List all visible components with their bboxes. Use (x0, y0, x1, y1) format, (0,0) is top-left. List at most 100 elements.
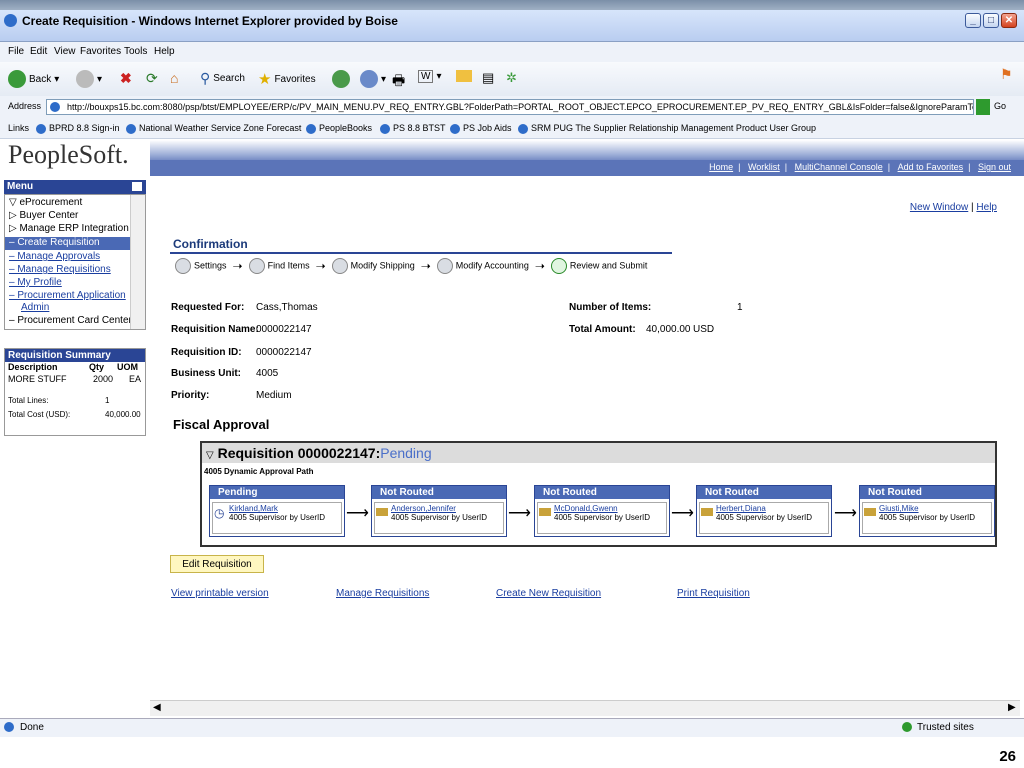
collapse-triangle-icon[interactable]: ▽ (206, 450, 214, 461)
menu-erp-integration[interactable]: ▷ Manage ERP Integration (9, 223, 129, 234)
close-button[interactable]: ✕ (1001, 13, 1017, 28)
nav-sign-out[interactable]: Sign out (973, 162, 1016, 172)
nav-multichannel[interactable]: MultiChannel Console (790, 162, 888, 172)
menu-favorites[interactable]: Favorites (80, 46, 121, 57)
go-arrow-icon[interactable] (976, 99, 990, 115)
menu-tools[interactable]: Tools (124, 46, 147, 57)
top-band (0, 0, 1024, 10)
link-bprd[interactable]: BPRD 8.8 Sign-in (36, 123, 120, 134)
requested-for-label: Requested For: (171, 302, 245, 313)
stop-icon: ✖ (120, 70, 132, 86)
priority-label: Priority: (171, 390, 210, 401)
approval-stage-1: Pending ◷ Kirkland,Mark 4005 Supervisor … (209, 485, 345, 537)
stage-status: Not Routed (535, 486, 669, 499)
approver-name[interactable]: Anderson,Jennifer (391, 504, 503, 513)
menu-procurement-card[interactable]: – Procurement Card Center (9, 315, 132, 326)
mail-button[interactable]: ▾ (360, 70, 386, 88)
menu-manage-approvals[interactable]: – Manage Approvals (9, 251, 100, 262)
create-new-requisition-link[interactable]: Create New Requisition (496, 588, 601, 599)
menu-edit[interactable]: Edit (30, 46, 47, 57)
link-peoplebooks[interactable]: PeopleBooks (306, 123, 372, 134)
collapse-icon[interactable] (132, 182, 142, 191)
col-description: Description (8, 362, 58, 372)
favorites-button[interactable]: ★ Favorites (258, 70, 316, 88)
menu-manage-requisitions[interactable]: – Manage Requisitions (9, 264, 111, 275)
step-modify-accounting[interactable]: Modify Accounting (436, 258, 529, 274)
menu-buyer-center[interactable]: ▷ Buyer Center (9, 210, 78, 221)
print-button[interactable]: 🖶 (392, 70, 405, 94)
edit-requisition-button[interactable]: Edit Requisition (170, 555, 264, 573)
step-find-items[interactable]: Find Items (248, 258, 310, 274)
manage-requisitions-link[interactable]: Manage Requisitions (336, 588, 429, 599)
link-weather[interactable]: National Weather Service Zone Forecast (126, 123, 301, 134)
refresh-button[interactable]: ⟳ (146, 70, 158, 87)
menu-help[interactable]: Help (154, 46, 175, 57)
forward-button[interactable]: ▾ (76, 70, 102, 88)
back-button[interactable]: Back ▾ (8, 70, 59, 88)
research-button[interactable]: ▤ (482, 70, 494, 86)
priority-value: Medium (256, 390, 292, 401)
step-modify-shipping[interactable]: Modify Shipping (331, 258, 415, 274)
star-icon: ★ (258, 71, 272, 88)
scroll-right-icon[interactable]: ▶ (1008, 702, 1016, 713)
approver-name[interactable]: McDonald,Gwenn (554, 504, 666, 513)
approval-stage-5: Not Routed Giusti,Mike 4005 Supervisor b… (859, 485, 995, 537)
edit-doc-button[interactable]: W ▾ (418, 70, 441, 83)
approver-name[interactable]: Giusti,Mike (879, 504, 991, 513)
approver-role: 4005 Supervisor by UserID (391, 513, 488, 522)
new-window-link[interactable]: New Window (910, 202, 968, 213)
confirmation-divider (170, 252, 672, 254)
scroll-left-icon[interactable]: ◀ (153, 702, 161, 713)
menu-my-profile[interactable]: – My Profile (9, 277, 62, 288)
ie-icon (4, 14, 17, 27)
menu-create-requisition[interactable]: – Create Requisition (5, 237, 131, 250)
nav-home[interactable]: Home (704, 162, 738, 172)
print-requisition-link[interactable]: Print Requisition (677, 588, 750, 599)
num-items-label: Number of Items: (569, 302, 652, 313)
messenger-button[interactable]: ✲ (506, 70, 517, 86)
step-settings[interactable]: Settings (175, 258, 227, 274)
home-button[interactable]: ⌂ (170, 70, 178, 86)
approver-name[interactable]: Herbert,Diana (716, 504, 828, 513)
requested-for-value: Cass,Thomas (256, 302, 318, 313)
view-printable-link[interactable]: View printable version (171, 588, 269, 599)
row-description: MORE STUFF (8, 374, 67, 384)
approver-name[interactable]: Kirkland,Mark (229, 504, 341, 513)
nav-worklist[interactable]: Worklist (743, 162, 785, 172)
top-links: New Window | Help (909, 202, 997, 213)
step-review-submit[interactable]: Review and Submit (550, 258, 647, 274)
confirmation-title: Confirmation (173, 237, 248, 251)
menu-bar: File Edit View Favorites Tools Help (0, 42, 1024, 63)
link-srm-pug[interactable]: SRM PUG The Supplier Relationship Manage… (518, 123, 816, 134)
req-summary-header: Requisition Summary (5, 349, 145, 362)
address-input[interactable]: http://bouxps15.bc.com:8080/psp/btst/EMP… (46, 99, 974, 115)
minimize-button[interactable]: _ (965, 13, 981, 28)
help-link[interactable]: Help (976, 202, 997, 213)
security-zone: Trusted sites (917, 722, 974, 733)
menu-procurement-admin-2[interactable]: Admin (21, 302, 49, 313)
link-ps-btst[interactable]: PS 8.8 BTST (380, 123, 446, 134)
word-icon: W (418, 70, 434, 83)
history-button[interactable] (332, 70, 350, 88)
approval-stage-3: Not Routed McDonald,Gwenn 4005 Superviso… (534, 485, 670, 537)
menu-eprocurement[interactable]: ▽ eProcurement (9, 197, 82, 208)
req-name-value: 0000022147 (256, 324, 312, 335)
nav-add-favorites[interactable]: Add to Favorites (893, 162, 969, 172)
link-job-aids[interactable]: PS Job Aids (450, 123, 512, 134)
home-icon: ⌂ (170, 70, 179, 86)
go-button[interactable]: Go (994, 101, 1006, 111)
menu-procurement-admin[interactable]: – Procurement Application (9, 290, 126, 301)
refresh-icon: ⟳ (146, 70, 158, 86)
step-icon (248, 258, 265, 274)
stop-button[interactable]: ✖ (120, 70, 132, 87)
menu-view[interactable]: View (54, 46, 76, 57)
stage-body: Anderson,Jennifer 4005 Supervisor by Use… (374, 502, 504, 534)
folder-button[interactable] (456, 70, 472, 82)
search-button[interactable]: ⚲ Search (200, 70, 245, 87)
horizontal-scrollbar[interactable] (150, 700, 1020, 716)
menu-file[interactable]: File (8, 46, 24, 57)
total-lines-value: 1 (105, 396, 110, 405)
menu-scrollbar[interactable] (130, 195, 145, 329)
maximize-button[interactable]: □ (983, 13, 999, 28)
bu-value: 4005 (256, 368, 279, 379)
